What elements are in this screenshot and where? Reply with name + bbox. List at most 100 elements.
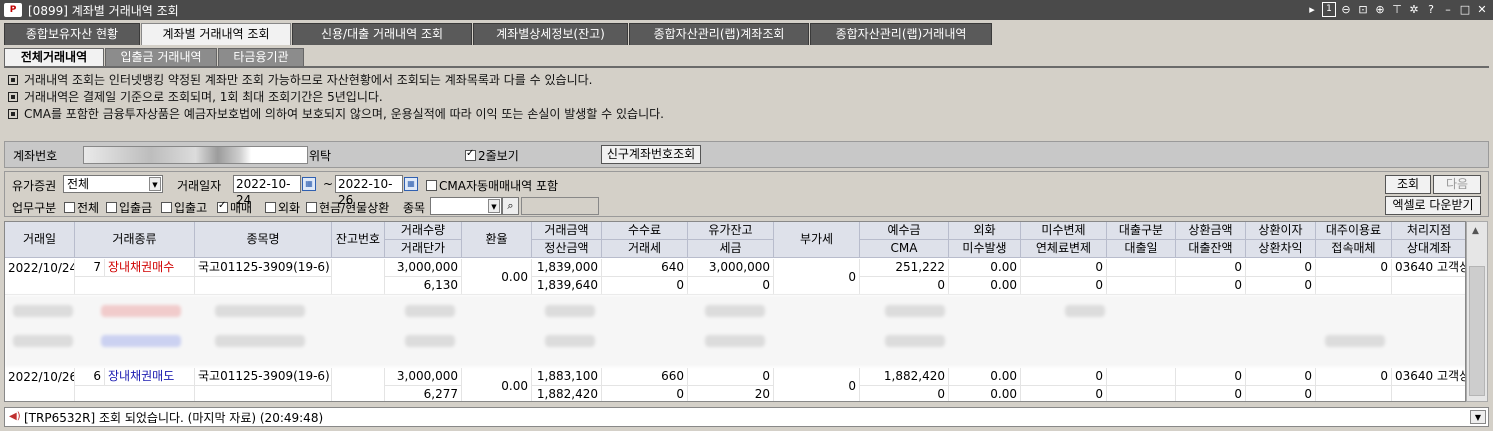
minimize-icon[interactable]: – — [1441, 2, 1455, 17]
next-button[interactable]: 다음 — [1433, 175, 1481, 194]
chevron-down-icon[interactable]: ▼ — [149, 177, 161, 191]
col-header[interactable]: 거래세 — [602, 240, 688, 258]
scrollbar-thumb[interactable] — [1469, 266, 1485, 396]
col-header[interactable]: 처리지점 — [1392, 222, 1465, 240]
col-header[interactable]: 접속매체 — [1316, 240, 1392, 258]
cma-checkbox[interactable] — [426, 180, 437, 191]
col-header[interactable]: 세금 — [688, 240, 774, 258]
col-header[interactable]: 상환금액 — [1176, 222, 1246, 240]
item-select[interactable]: ▼ — [430, 197, 502, 215]
col-header[interactable]: 수수료 — [602, 222, 688, 240]
tab-account-transactions[interactable]: 계좌별 거래내역 조회 — [141, 23, 291, 45]
col-header[interactable]: 종목명 — [195, 222, 332, 258]
col-header[interactable]: 상대계좌 — [1392, 240, 1465, 258]
help-icon[interactable]: ? — [1424, 2, 1438, 17]
item-label: 종목 — [403, 201, 426, 215]
settings-icon[interactable]: ✲ — [1407, 2, 1421, 17]
pin-icon[interactable]: ⊤ — [1390, 2, 1404, 17]
redacted-rows — [5, 295, 1465, 367]
zoom-icon[interactable]: ⊖ — [1339, 2, 1353, 17]
window-controls: ▸ 1 ⊖ ⊡ ⊕ ⊤ ✲ ? – □ ✕ — [1305, 2, 1489, 17]
subtab-other-institution[interactable]: 타금융기관 — [218, 48, 304, 66]
search-icon[interactable]: ⊕ — [1373, 2, 1387, 17]
tab-credit-loan[interactable]: 신용/대출 거래내역 조회 — [292, 23, 472, 45]
check-repayment[interactable]: 현금/현물상환 — [306, 199, 389, 216]
col-header[interactable]: 거래일 — [5, 222, 75, 258]
item-name-field — [521, 197, 599, 215]
check-deposit[interactable]: 입출금 — [106, 199, 152, 216]
search-icon[interactable]: ⌕ — [502, 197, 519, 215]
col-header[interactable]: 거래종류 — [75, 222, 195, 258]
maximize-icon[interactable]: □ — [1458, 2, 1472, 17]
security-label: 유가증권 — [12, 179, 57, 193]
col-header[interactable]: 거래금액 — [532, 222, 602, 240]
arrow-right-icon[interactable]: ▸ — [1305, 2, 1319, 17]
check-all[interactable]: 전체 — [64, 199, 99, 216]
col-header[interactable]: 대출일 — [1107, 240, 1176, 258]
subtab-deposit-withdraw[interactable]: 입출금 거래내역 — [105, 48, 217, 66]
col-header[interactable]: 미수변제 — [1021, 222, 1107, 240]
col-header[interactable]: 부가세 — [774, 222, 860, 258]
checkbox[interactable] — [106, 202, 117, 213]
calendar-icon[interactable]: ▦ — [302, 177, 316, 191]
checkbox[interactable] — [64, 202, 75, 213]
col-header[interactable]: 거래수량 — [385, 222, 462, 240]
col-header[interactable]: 정산금액 — [532, 240, 602, 258]
checkbox[interactable] — [265, 202, 276, 213]
window-title: [0899] 계좌별 거래내역 조회 — [28, 3, 179, 18]
square-bullet-icon — [8, 109, 18, 119]
checkbox[interactable] — [306, 202, 317, 213]
date-from-input[interactable]: 2022-10-24 — [233, 175, 301, 207]
col-header[interactable]: 외화 — [949, 222, 1021, 240]
tab-total-assets[interactable]: 종합보유자산 현황 — [4, 23, 140, 45]
check-stock-move[interactable]: 입출고 — [161, 199, 207, 216]
col-header[interactable]: 유가잔고 — [688, 222, 774, 240]
checkbox[interactable] — [161, 202, 172, 213]
trade-kind: 장내채권매수 — [105, 259, 195, 277]
col-header[interactable]: CMA — [860, 240, 949, 258]
col-header[interactable]: 환율 — [462, 222, 532, 258]
col-header[interactable]: 예수금 — [860, 222, 949, 240]
checkbox[interactable] — [217, 200, 228, 213]
col-header[interactable]: 대주이용료 — [1316, 222, 1392, 240]
account-type: 위탁 — [309, 149, 332, 163]
cma-include-toggle[interactable]: CMA자동매매내역 포함 — [426, 177, 558, 194]
tab-account-detail[interactable]: 계좌별상세정보(잔고) — [473, 23, 628, 45]
col-header[interactable]: 연체료변제 — [1021, 240, 1107, 258]
col-header[interactable]: 잔고번호 — [332, 222, 385, 258]
account-number-field[interactable] — [83, 146, 308, 164]
col-header[interactable]: 거래단가 — [385, 240, 462, 258]
col-header[interactable]: 대출구분 — [1107, 222, 1176, 240]
tab-wrap-account[interactable]: 종합자산관리(랩)계좌조회 — [629, 23, 809, 45]
page-number-icon[interactable]: 1 — [1322, 2, 1336, 17]
chevron-down-icon[interactable]: ▼ — [488, 199, 500, 213]
notice-list: 거래내역 조회는 인터넷뱅킹 약정된 계좌만 조회 가능하므로 자산현황에서 조… — [8, 72, 1478, 123]
col-header[interactable]: 대출잔액 — [1176, 240, 1246, 258]
speaker-icon: ◀) — [9, 411, 21, 422]
grid-scrollbar[interactable]: ▲ — [1466, 221, 1488, 402]
col-header[interactable]: 상환차익 — [1246, 240, 1316, 258]
check-trade[interactable]: 매매 — [217, 199, 252, 216]
col-header[interactable]: 미수발생 — [949, 240, 1021, 258]
account-lookup-button[interactable]: 신구계좌번호조회 — [601, 145, 701, 164]
subtab-all[interactable]: 전체거래내역 — [4, 48, 104, 66]
search-button[interactable]: 조회 — [1385, 175, 1431, 194]
check-fx[interactable]: 외화 — [265, 199, 300, 216]
square-bullet-icon — [8, 92, 18, 102]
close-icon[interactable]: ✕ — [1475, 2, 1489, 17]
date-to-input[interactable]: 2022-10-26 — [335, 175, 403, 207]
col-header[interactable]: 상환이자 — [1246, 222, 1316, 240]
account-label: 계좌번호 — [13, 149, 58, 163]
security-select[interactable]: 전체 ▼ — [63, 175, 163, 193]
two-row-toggle[interactable]: 2줄보기 — [465, 147, 519, 164]
chevron-down-icon[interactable]: ▼ — [1470, 410, 1486, 424]
excel-download-button[interactable]: 엑셀로 다운받기 — [1385, 196, 1481, 215]
calendar-icon[interactable]: ▦ — [404, 177, 418, 191]
tab-wrap-transactions[interactable]: 종합자산관리(랩)거래내역 — [810, 23, 992, 45]
two-row-checkbox[interactable] — [465, 148, 476, 161]
trade-kind: 장내채권매도 — [105, 368, 195, 386]
link-icon[interactable]: ⊡ — [1356, 2, 1370, 17]
status-message: [TRP6532R] 조회 되었습니다. (마지막 자료) (20:49:48) — [24, 410, 324, 425]
sub-tabs: 전체거래내역 입출금 거래내역 타금융기관 — [4, 48, 1489, 68]
scroll-up-icon[interactable]: ▲ — [1472, 226, 1479, 236]
